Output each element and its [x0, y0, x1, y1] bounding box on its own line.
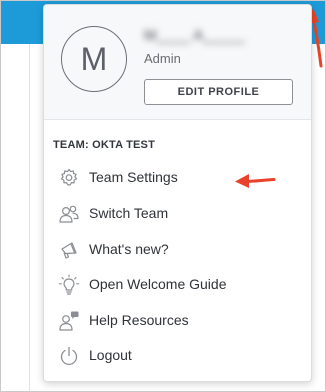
menu-item-label: Logout [89, 347, 132, 363]
help-user-icon [58, 310, 80, 332]
edit-profile-button[interactable]: EDIT PROFILE [144, 79, 293, 105]
menu-item-label: Switch Team [89, 205, 169, 221]
user-dropdown-menu: M M____ A_____ Admin EDIT PROFILE TEAM: … [43, 4, 312, 382]
background-panel [0, 44, 30, 392]
menu-item-label: Help Resources [89, 312, 189, 328]
menu-item-switch-team[interactable]: Switch Team [44, 199, 311, 229]
menu-item-help-resources[interactable]: Help Resources [44, 306, 311, 336]
profile-section: M M____ A_____ Admin EDIT PROFILE [44, 5, 311, 120]
avatar: M [61, 26, 127, 92]
menu-item-label: What's new? [89, 241, 169, 257]
users-icon [58, 203, 80, 225]
menu-item-open-welcome-guide[interactable]: Open Welcome Guide [44, 270, 311, 300]
menu-item-whats-new[interactable]: What's new? [44, 235, 311, 265]
megaphone-icon [58, 239, 80, 261]
gear-icon [58, 167, 80, 189]
user-role: Admin [144, 51, 181, 66]
team-label: TEAM: OKTA TEST [53, 139, 155, 151]
lightbulb-icon [58, 274, 80, 296]
menu-item-label: Team Settings [89, 169, 178, 185]
menu-item-logout[interactable]: Logout [44, 341, 311, 371]
annotation-arrow-left-icon [235, 174, 276, 188]
menu-item-label: Open Welcome Guide [89, 276, 227, 292]
power-icon [58, 345, 80, 367]
user-name: M____ A_____ [144, 27, 245, 44]
avatar-initial: M [80, 40, 108, 77]
